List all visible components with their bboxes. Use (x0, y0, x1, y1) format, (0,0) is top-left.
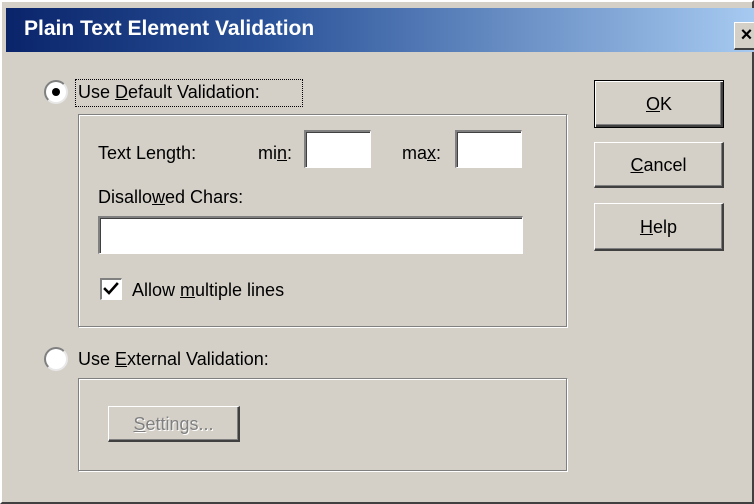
help-button[interactable]: Help (594, 203, 724, 251)
dialog-title: Plain Text Element Validation (24, 17, 315, 40)
plain-text-validation-dialog: Plain Text Element Validation × Use Defa… (0, 0, 754, 504)
ok-button[interactable]: OK (594, 80, 724, 128)
settings-button[interactable]: Settings... (108, 406, 240, 442)
max-label: max: (402, 143, 442, 163)
cancel-button[interactable]: Cancel (594, 142, 724, 188)
disallowed-chars-input[interactable] (98, 216, 523, 254)
close-button[interactable]: × (734, 22, 754, 50)
default-validation-radio[interactable] (44, 80, 68, 104)
allow-multiple-lines-label[interactable]: Allow multiple lines (132, 279, 284, 301)
default-validation-label[interactable]: Use Default Validation: (78, 81, 260, 103)
min-length-input[interactable] (304, 130, 371, 168)
radio-dot-icon (52, 88, 60, 96)
external-validation-radio[interactable] (44, 347, 68, 371)
close-icon: × (740, 24, 753, 46)
max-length-input[interactable] (455, 130, 522, 168)
min-label: min: (258, 143, 293, 163)
text-length-label: Text Length: (98, 143, 197, 163)
title-bar[interactable]: Plain Text Element Validation × (6, 8, 754, 52)
disallowed-chars-label: Disallowed Chars: (98, 187, 244, 207)
external-validation-label[interactable]: Use External Validation: (78, 348, 269, 370)
checkmark-icon (103, 282, 119, 295)
allow-multiple-lines-checkbox[interactable] (100, 278, 122, 300)
